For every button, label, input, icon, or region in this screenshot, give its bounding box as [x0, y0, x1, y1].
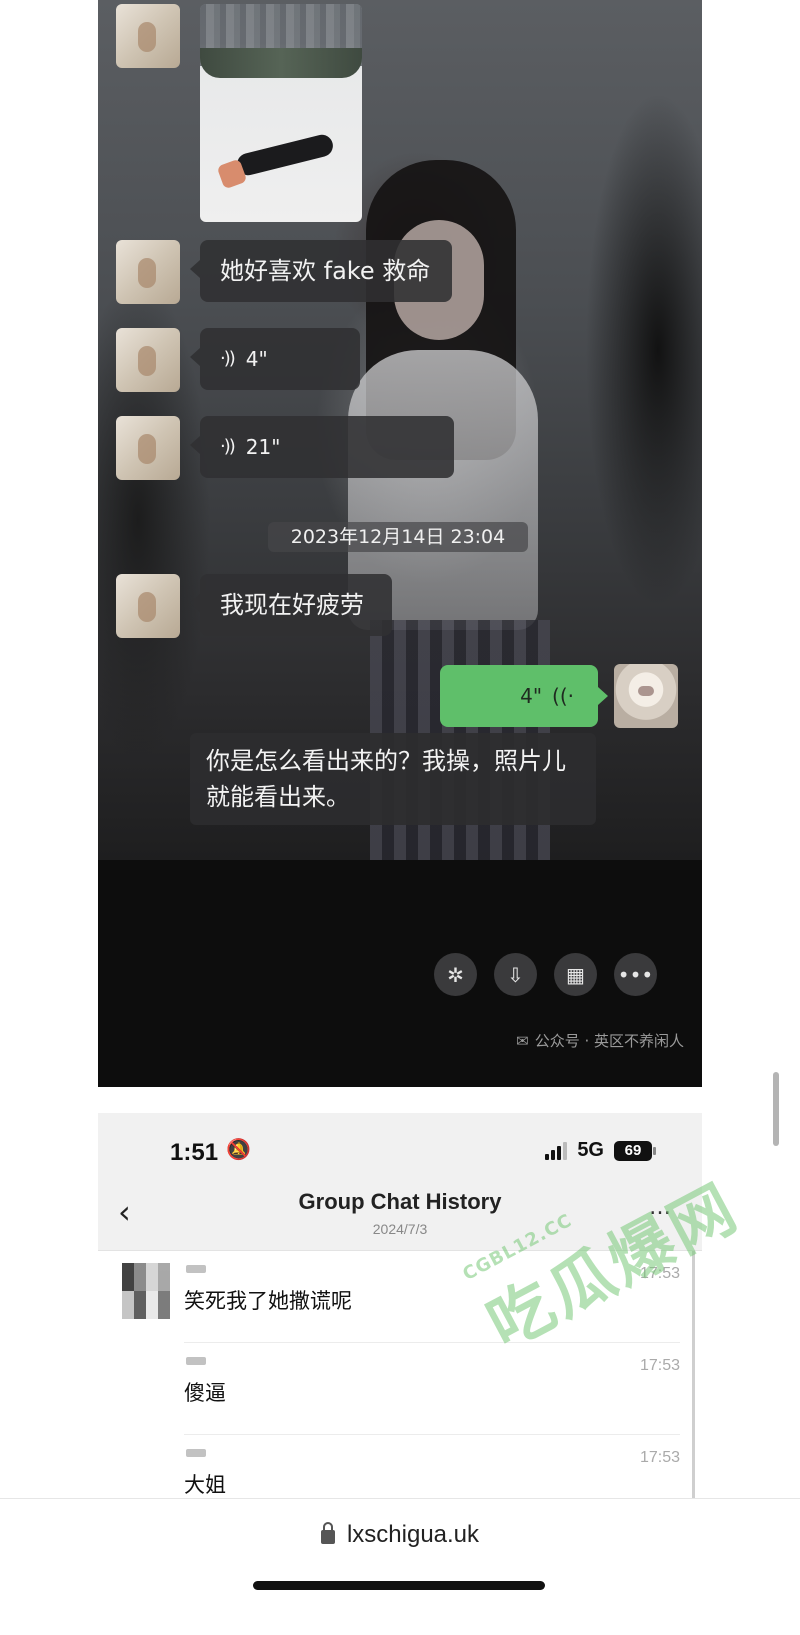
voice-message[interactable]: ·)) 21": [190, 416, 454, 478]
network-type: 5G: [577, 1139, 604, 1161]
image-person: [234, 132, 336, 178]
status-indicators: 5G 69: [545, 1139, 656, 1162]
text-message[interactable]: 我现在好疲劳: [190, 574, 392, 636]
avatar: [122, 1263, 170, 1319]
caption-text: 你是怎么看出来的？我操，照片儿就能看出来。: [190, 733, 596, 825]
blurred-sender-name: [186, 1357, 206, 1365]
message-text: 她好喜欢 fake 救命: [220, 257, 431, 285]
voice-duration: 4": [520, 684, 543, 708]
voice-duration: 4": [245, 347, 268, 371]
voice-wave-icon: ((·: [552, 684, 574, 708]
status-bar: 1:51 🔕 5G 69: [98, 1113, 702, 1179]
attribution-text: 公众号 · 英区不养闲人: [534, 1032, 684, 1050]
sender-avatar[interactable]: [116, 4, 180, 68]
browser-bottom-bar: lxschigua.uk: [0, 1498, 800, 1635]
voice-wave-icon: ·)): [220, 348, 236, 369]
text-message[interactable]: 她好喜欢 fake 救命: [190, 240, 452, 302]
chat-scrollbar[interactable]: [692, 1251, 695, 1533]
battery-icon: 69: [614, 1140, 656, 1161]
message-time: 17:53: [639, 1449, 680, 1466]
outgoing-voice-message[interactable]: 4" ((·: [440, 665, 608, 727]
message-text: 笑死我了她撒谎呢: [184, 1289, 352, 1313]
download-icon[interactable]: ⇩: [494, 953, 537, 996]
message-text: 我现在好疲劳: [220, 591, 364, 619]
message-text: 大姐: [184, 1473, 226, 1497]
status-time: 1:51: [170, 1139, 219, 1166]
sender-avatar[interactable]: [116, 574, 180, 638]
message-text: 傻逼: [184, 1381, 226, 1405]
my-avatar[interactable]: [614, 664, 678, 728]
page-scrollbar[interactable]: [773, 1072, 779, 1146]
chat-timestamp: 2023年12月14日 23:04: [268, 522, 528, 552]
blurred-sender-name: [186, 1449, 206, 1457]
page: 她好喜欢 fake 救命 ·)) 4" ·)) 21" 2023年12月14日 …: [0, 0, 800, 1635]
sparkle-icon[interactable]: ✲: [434, 953, 477, 996]
blurred-sender-name: [186, 1265, 206, 1273]
bell-muted-icon: 🔕: [226, 1137, 251, 1161]
sender-avatar[interactable]: [116, 240, 180, 304]
grid-icon[interactable]: ▦: [554, 953, 597, 996]
address-bar[interactable]: lxschigua.uk: [0, 1521, 800, 1549]
image-bushes: [200, 48, 362, 78]
home-indicator[interactable]: [253, 1581, 545, 1590]
wechat-icon: ✉: [516, 1031, 529, 1050]
url-text: lxschigua.uk: [346, 1521, 480, 1548]
voice-wave-icon: ·)): [220, 436, 236, 457]
more-icon[interactable]: •••: [614, 953, 657, 996]
list-item[interactable]: 傻逼 17:53: [98, 1343, 702, 1435]
message-time: 17:53: [639, 1357, 680, 1374]
lock-icon: [320, 1522, 335, 1544]
chat-screenshot: 她好喜欢 fake 救命 ·)) 4" ·)) 21" 2023年12月14日 …: [98, 0, 702, 1087]
image-message[interactable]: [200, 4, 362, 222]
source-attribution: ✉ 公众号 · 英区不养闲人: [516, 1030, 684, 1051]
viewer-actions: ✲ ⇩ ▦ •••: [434, 953, 657, 996]
voice-message[interactable]: ·)) 4": [190, 328, 360, 390]
group-chat-screenshot: 1:51 🔕 5G 69 ‹ Group Chat History 2024/7…: [98, 1113, 702, 1533]
voice-duration: 21": [245, 435, 281, 459]
signal-icon: [545, 1141, 568, 1160]
sender-avatar[interactable]: [116, 416, 180, 480]
sender-avatar[interactable]: [116, 328, 180, 392]
